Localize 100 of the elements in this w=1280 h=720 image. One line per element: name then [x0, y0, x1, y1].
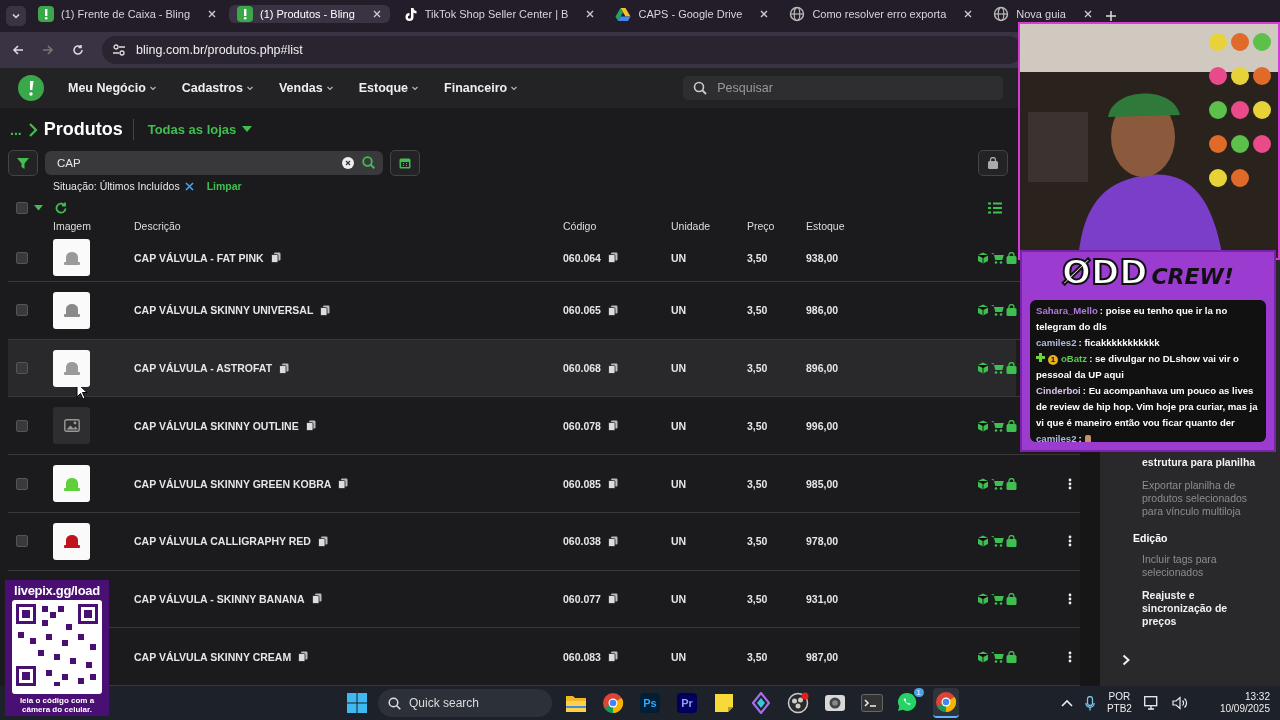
- chevron-right-icon[interactable]: [1122, 654, 1131, 666]
- copy-icon[interactable]: [279, 362, 290, 374]
- caret-icon[interactable]: [34, 205, 43, 212]
- cart-icon[interactable]: [991, 362, 1004, 375]
- copy-icon[interactable]: [607, 651, 618, 663]
- clock[interactable]: 13:32 10/09/2025: [1219, 691, 1270, 715]
- clear-filters-link[interactable]: Limpar: [206, 180, 242, 193]
- keyboard-language-button[interactable]: POR PTB2: [1106, 691, 1132, 715]
- more-options-icon[interactable]: [1068, 592, 1072, 605]
- clear-icon[interactable]: [342, 156, 354, 169]
- bag-button[interactable]: [978, 149, 1008, 176]
- more-options-icon[interactable]: [1068, 477, 1072, 490]
- close-icon[interactable]: [1082, 9, 1093, 19]
- copy-icon[interactable]: [311, 593, 322, 605]
- copy-icon[interactable]: [305, 420, 316, 432]
- row-checkbox[interactable]: [16, 477, 28, 490]
- copy-icon[interactable]: [338, 478, 349, 489]
- active-app-button[interactable]: [933, 688, 959, 718]
- cube-icon[interactable]: [977, 251, 989, 264]
- copy-icon[interactable]: [607, 420, 618, 432]
- browser-tab[interactable]: TikTok Shop Seller Center | B: [393, 5, 604, 23]
- nav-menu-item[interactable]: Meu Negócio: [68, 81, 157, 95]
- nav-menu-item[interactable]: Estoque: [358, 81, 420, 95]
- remove-filter-icon[interactable]: [184, 181, 194, 191]
- close-icon[interactable]: [759, 9, 770, 19]
- photoshop-icon[interactable]: Ps: [640, 693, 660, 713]
- scrollbar[interactable]: [1080, 452, 1100, 686]
- row-checkbox[interactable]: [16, 419, 28, 432]
- calendar-button[interactable]: [390, 149, 420, 176]
- product-search-field[interactable]: CAP: [45, 150, 383, 175]
- browser-tab[interactable]: CAPS - Google Drive: [607, 5, 778, 23]
- list-view-icon[interactable]: [988, 202, 1002, 215]
- close-icon[interactable]: [371, 9, 382, 19]
- premiere-icon[interactable]: Pr: [677, 693, 697, 713]
- copy-icon[interactable]: [607, 252, 618, 264]
- bling-logo-icon[interactable]: [18, 75, 44, 101]
- terminal-icon[interactable]: [861, 694, 883, 712]
- chrome-icon[interactable]: [935, 691, 957, 713]
- close-icon[interactable]: [207, 9, 217, 19]
- action-item[interactable]: estrutura para planilha: [1100, 456, 1280, 469]
- row-checkbox[interactable]: [16, 251, 28, 264]
- chrome-icon[interactable]: [602, 692, 624, 714]
- browser-tab[interactable]: Nova guia: [985, 5, 1101, 23]
- chevron-up-icon[interactable]: [1060, 699, 1073, 707]
- column-header[interactable]: Descrição: [134, 219, 563, 232]
- diamond-icon[interactable]: [752, 692, 770, 714]
- nav-menu-item[interactable]: Cadastros: [181, 81, 254, 95]
- more-options-icon[interactable]: [1068, 650, 1072, 663]
- search-field[interactable]: Pesquisar: [683, 76, 1004, 100]
- breadcrumb-link[interactable]: ...: [10, 121, 22, 138]
- browser-tab[interactable]: (1) Frente de Caixa - Bling: [30, 5, 225, 23]
- microphone-icon[interactable]: [1084, 695, 1095, 711]
- nav-menu-item[interactable]: Financeiro: [444, 81, 519, 95]
- cube-icon[interactable]: [977, 535, 989, 548]
- cart-icon[interactable]: [991, 304, 1004, 317]
- nav-menu-item[interactable]: Vendas: [278, 81, 334, 95]
- sticky-note-icon[interactable]: [714, 693, 734, 713]
- volume-icon[interactable]: [1171, 696, 1188, 710]
- row-checkbox[interactable]: [16, 304, 28, 317]
- cube-icon[interactable]: [977, 419, 989, 432]
- close-icon[interactable]: [585, 9, 596, 19]
- copy-icon[interactable]: [317, 535, 328, 547]
- forward-icon[interactable]: [42, 44, 54, 56]
- reload-icon[interactable]: [72, 44, 84, 56]
- copy-icon[interactable]: [298, 651, 309, 663]
- cube-icon[interactable]: [977, 592, 989, 605]
- store-dropdown[interactable]: Todas as lojas: [147, 122, 253, 138]
- more-options-icon[interactable]: [1068, 535, 1072, 548]
- folder-icon[interactable]: [565, 693, 587, 713]
- cart-icon[interactable]: [991, 535, 1004, 548]
- tab-list-button[interactable]: [6, 6, 26, 26]
- column-header[interactable]: Estoque: [806, 219, 983, 232]
- copy-icon[interactable]: [607, 593, 618, 605]
- row-checkbox[interactable]: [16, 535, 28, 548]
- refresh-icon[interactable]: [55, 202, 67, 215]
- cube-icon[interactable]: [977, 650, 989, 663]
- cart-icon[interactable]: [991, 477, 1004, 490]
- column-header[interactable]: Código: [563, 219, 671, 232]
- cart-icon[interactable]: [991, 592, 1004, 605]
- cart-icon[interactable]: [991, 650, 1004, 663]
- column-header[interactable]: Unidade: [671, 219, 747, 232]
- select-all-checkbox[interactable]: [16, 202, 28, 215]
- copy-icon[interactable]: [320, 304, 331, 316]
- search-icon[interactable]: [362, 156, 375, 170]
- filter-button[interactable]: [8, 149, 38, 176]
- site-settings-icon[interactable]: [112, 43, 126, 57]
- address-field[interactable]: bling.com.br/produtos.php#list: [136, 43, 303, 57]
- cube-icon[interactable]: [977, 477, 989, 490]
- camera-icon[interactable]: [824, 693, 846, 713]
- network-icon[interactable]: [1143, 696, 1160, 710]
- copy-icon[interactable]: [607, 304, 618, 316]
- cart-icon[interactable]: [991, 419, 1004, 432]
- copy-icon[interactable]: [607, 535, 618, 547]
- copy-icon[interactable]: [607, 362, 618, 374]
- copy-icon[interactable]: [270, 252, 281, 264]
- row-checkbox[interactable]: [16, 362, 28, 375]
- windows-start-icon[interactable]: [347, 693, 367, 713]
- record-app-icon[interactable]: [787, 692, 809, 714]
- copy-icon[interactable]: [607, 478, 618, 489]
- plus-icon[interactable]: [1104, 10, 1117, 22]
